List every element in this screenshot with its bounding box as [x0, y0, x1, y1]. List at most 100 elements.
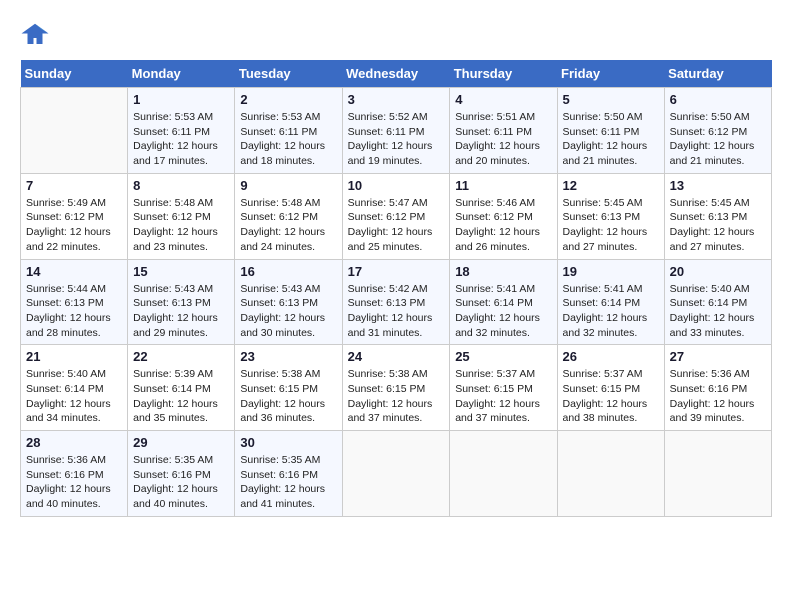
- calendar-cell: 21 Sunrise: 5:40 AMSunset: 6:14 PMDaylig…: [21, 345, 128, 431]
- day-number: 7: [26, 178, 122, 193]
- calendar-cell: 9 Sunrise: 5:48 AMSunset: 6:12 PMDayligh…: [235, 173, 342, 259]
- day-number: 27: [670, 349, 766, 364]
- calendar-cell: 22 Sunrise: 5:39 AMSunset: 6:14 PMDaylig…: [128, 345, 235, 431]
- day-number: 23: [240, 349, 336, 364]
- logo: [20, 20, 54, 50]
- header-tuesday: Tuesday: [235, 60, 342, 88]
- calendar-cell: 15 Sunrise: 5:43 AMSunset: 6:13 PMDaylig…: [128, 259, 235, 345]
- calendar-cell: 2 Sunrise: 5:53 AMSunset: 6:11 PMDayligh…: [235, 88, 342, 174]
- cell-info: Sunrise: 5:45 AMSunset: 6:13 PMDaylight:…: [563, 196, 659, 255]
- day-number: 3: [348, 92, 445, 107]
- day-number: 19: [563, 264, 659, 279]
- cell-info: Sunrise: 5:38 AMSunset: 6:15 PMDaylight:…: [348, 367, 445, 426]
- day-number: 4: [455, 92, 551, 107]
- cell-info: Sunrise: 5:48 AMSunset: 6:12 PMDaylight:…: [240, 196, 336, 255]
- cell-info: Sunrise: 5:52 AMSunset: 6:11 PMDaylight:…: [348, 110, 445, 169]
- calendar-cell: 14 Sunrise: 5:44 AMSunset: 6:13 PMDaylig…: [21, 259, 128, 345]
- header-sunday: Sunday: [21, 60, 128, 88]
- cell-info: Sunrise: 5:53 AMSunset: 6:11 PMDaylight:…: [240, 110, 336, 169]
- cell-info: Sunrise: 5:36 AMSunset: 6:16 PMDaylight:…: [670, 367, 766, 426]
- day-number: 15: [133, 264, 229, 279]
- cell-info: Sunrise: 5:40 AMSunset: 6:14 PMDaylight:…: [26, 367, 122, 426]
- day-number: 10: [348, 178, 445, 193]
- cell-info: Sunrise: 5:44 AMSunset: 6:13 PMDaylight:…: [26, 282, 122, 341]
- calendar-cell: 6 Sunrise: 5:50 AMSunset: 6:12 PMDayligh…: [664, 88, 771, 174]
- calendar-cell: [450, 431, 557, 517]
- page-header: [20, 20, 772, 50]
- header-saturday: Saturday: [664, 60, 771, 88]
- cell-info: Sunrise: 5:50 AMSunset: 6:11 PMDaylight:…: [563, 110, 659, 169]
- calendar-cell: 12 Sunrise: 5:45 AMSunset: 6:13 PMDaylig…: [557, 173, 664, 259]
- calendar-cell: 8 Sunrise: 5:48 AMSunset: 6:12 PMDayligh…: [128, 173, 235, 259]
- calendar-cell: 3 Sunrise: 5:52 AMSunset: 6:11 PMDayligh…: [342, 88, 450, 174]
- cell-info: Sunrise: 5:48 AMSunset: 6:12 PMDaylight:…: [133, 196, 229, 255]
- header-friday: Friday: [557, 60, 664, 88]
- day-number: 25: [455, 349, 551, 364]
- cell-info: Sunrise: 5:38 AMSunset: 6:15 PMDaylight:…: [240, 367, 336, 426]
- day-number: 22: [133, 349, 229, 364]
- day-number: 16: [240, 264, 336, 279]
- calendar-cell: 13 Sunrise: 5:45 AMSunset: 6:13 PMDaylig…: [664, 173, 771, 259]
- calendar-week-row: 21 Sunrise: 5:40 AMSunset: 6:14 PMDaylig…: [21, 345, 772, 431]
- cell-info: Sunrise: 5:41 AMSunset: 6:14 PMDaylight:…: [563, 282, 659, 341]
- cell-info: Sunrise: 5:37 AMSunset: 6:15 PMDaylight:…: [455, 367, 551, 426]
- cell-info: Sunrise: 5:45 AMSunset: 6:13 PMDaylight:…: [670, 196, 766, 255]
- header-wednesday: Wednesday: [342, 60, 450, 88]
- calendar-cell: 17 Sunrise: 5:42 AMSunset: 6:13 PMDaylig…: [342, 259, 450, 345]
- day-number: 20: [670, 264, 766, 279]
- calendar-cell: 20 Sunrise: 5:40 AMSunset: 6:14 PMDaylig…: [664, 259, 771, 345]
- day-number: 17: [348, 264, 445, 279]
- day-number: 2: [240, 92, 336, 107]
- cell-info: Sunrise: 5:36 AMSunset: 6:16 PMDaylight:…: [26, 453, 122, 512]
- day-number: 14: [26, 264, 122, 279]
- calendar-cell: 25 Sunrise: 5:37 AMSunset: 6:15 PMDaylig…: [450, 345, 557, 431]
- calendar-cell: 30 Sunrise: 5:35 AMSunset: 6:16 PMDaylig…: [235, 431, 342, 517]
- header-monday: Monday: [128, 60, 235, 88]
- day-number: 29: [133, 435, 229, 450]
- calendar-cell: 29 Sunrise: 5:35 AMSunset: 6:16 PMDaylig…: [128, 431, 235, 517]
- calendar-cell: 7 Sunrise: 5:49 AMSunset: 6:12 PMDayligh…: [21, 173, 128, 259]
- day-number: 5: [563, 92, 659, 107]
- calendar-cell: [664, 431, 771, 517]
- calendar-cell: 16 Sunrise: 5:43 AMSunset: 6:13 PMDaylig…: [235, 259, 342, 345]
- cell-info: Sunrise: 5:53 AMSunset: 6:11 PMDaylight:…: [133, 110, 229, 169]
- calendar-cell: 4 Sunrise: 5:51 AMSunset: 6:11 PMDayligh…: [450, 88, 557, 174]
- calendar-cell: 28 Sunrise: 5:36 AMSunset: 6:16 PMDaylig…: [21, 431, 128, 517]
- calendar-cell: 5 Sunrise: 5:50 AMSunset: 6:11 PMDayligh…: [557, 88, 664, 174]
- calendar-cell: 10 Sunrise: 5:47 AMSunset: 6:12 PMDaylig…: [342, 173, 450, 259]
- calendar-cell: [342, 431, 450, 517]
- calendar-cell: 26 Sunrise: 5:37 AMSunset: 6:15 PMDaylig…: [557, 345, 664, 431]
- calendar-cell: 19 Sunrise: 5:41 AMSunset: 6:14 PMDaylig…: [557, 259, 664, 345]
- calendar-cell: 23 Sunrise: 5:38 AMSunset: 6:15 PMDaylig…: [235, 345, 342, 431]
- header-thursday: Thursday: [450, 60, 557, 88]
- calendar-cell: [557, 431, 664, 517]
- cell-info: Sunrise: 5:43 AMSunset: 6:13 PMDaylight:…: [240, 282, 336, 341]
- cell-info: Sunrise: 5:39 AMSunset: 6:14 PMDaylight:…: [133, 367, 229, 426]
- calendar-cell: 1 Sunrise: 5:53 AMSunset: 6:11 PMDayligh…: [128, 88, 235, 174]
- calendar-cell: [21, 88, 128, 174]
- day-number: 18: [455, 264, 551, 279]
- day-number: 13: [670, 178, 766, 193]
- day-number: 8: [133, 178, 229, 193]
- cell-info: Sunrise: 5:50 AMSunset: 6:12 PMDaylight:…: [670, 110, 766, 169]
- cell-info: Sunrise: 5:49 AMSunset: 6:12 PMDaylight:…: [26, 196, 122, 255]
- day-number: 30: [240, 435, 336, 450]
- calendar-week-row: 7 Sunrise: 5:49 AMSunset: 6:12 PMDayligh…: [21, 173, 772, 259]
- day-number: 21: [26, 349, 122, 364]
- day-number: 28: [26, 435, 122, 450]
- cell-info: Sunrise: 5:43 AMSunset: 6:13 PMDaylight:…: [133, 282, 229, 341]
- cell-info: Sunrise: 5:42 AMSunset: 6:13 PMDaylight:…: [348, 282, 445, 341]
- cell-info: Sunrise: 5:40 AMSunset: 6:14 PMDaylight:…: [670, 282, 766, 341]
- cell-info: Sunrise: 5:47 AMSunset: 6:12 PMDaylight:…: [348, 196, 445, 255]
- day-number: 6: [670, 92, 766, 107]
- calendar-table: SundayMondayTuesdayWednesdayThursdayFrid…: [20, 60, 772, 517]
- calendar-week-row: 28 Sunrise: 5:36 AMSunset: 6:16 PMDaylig…: [21, 431, 772, 517]
- cell-info: Sunrise: 5:46 AMSunset: 6:12 PMDaylight:…: [455, 196, 551, 255]
- cell-info: Sunrise: 5:35 AMSunset: 6:16 PMDaylight:…: [240, 453, 336, 512]
- calendar-cell: 11 Sunrise: 5:46 AMSunset: 6:12 PMDaylig…: [450, 173, 557, 259]
- day-number: 26: [563, 349, 659, 364]
- day-number: 1: [133, 92, 229, 107]
- day-number: 24: [348, 349, 445, 364]
- logo-icon: [20, 20, 50, 50]
- calendar-cell: 27 Sunrise: 5:36 AMSunset: 6:16 PMDaylig…: [664, 345, 771, 431]
